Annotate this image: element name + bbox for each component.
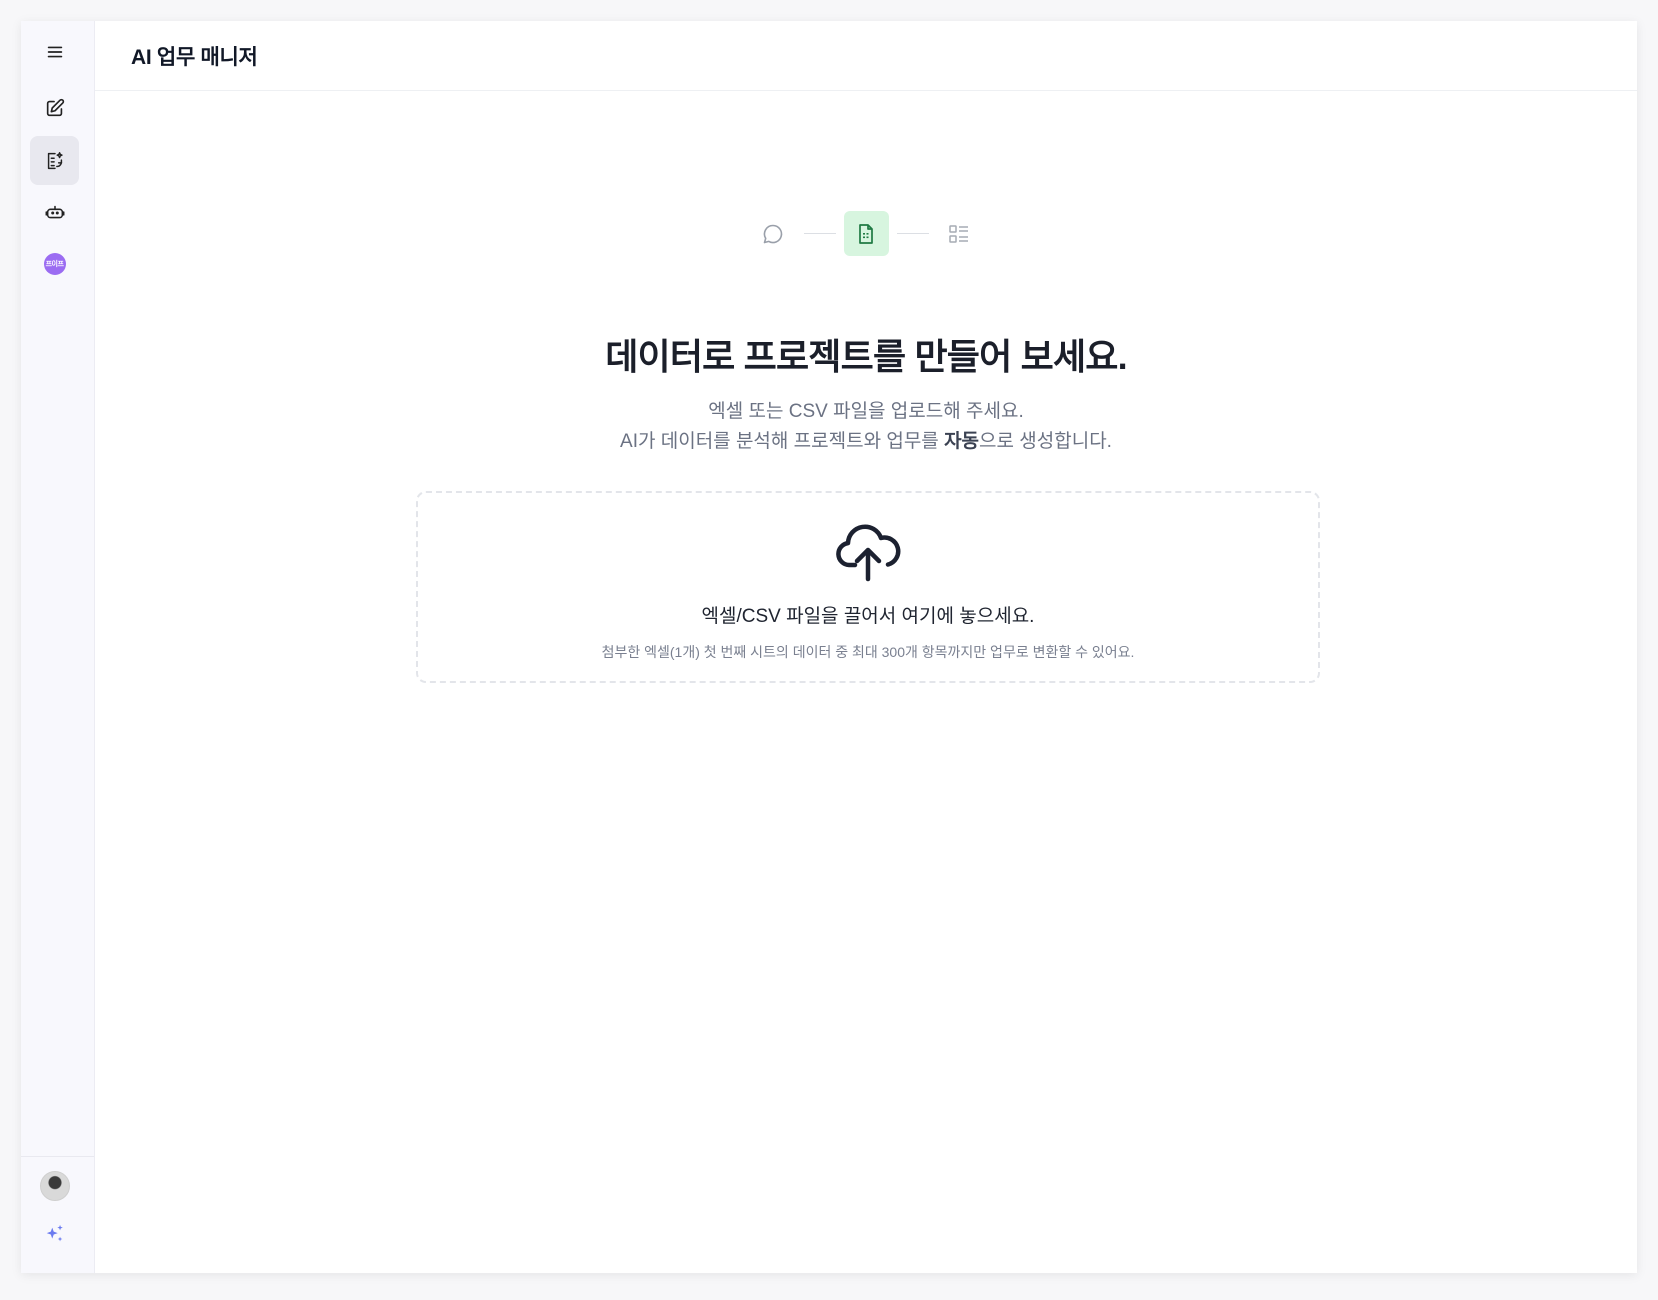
subtitle-line-2-suffix: 으로 생성합니다. [979,431,1112,452]
file-dropzone[interactable]: 엑셀/CSV 파일을 끌어서 여기에 놓으세요. 첨부한 엑셀(1개) 첫 번째… [416,491,1320,683]
bot-button[interactable] [30,188,79,237]
step-connector [896,233,929,234]
step-list [937,211,982,256]
page-title: AI 업무 매니저 [131,45,258,69]
new-item-button[interactable] [30,83,79,132]
sidebar: 프이프 [21,21,95,1273]
data-project-button[interactable] [30,136,79,185]
ai-sparkle-button[interactable] [30,1209,79,1258]
workspace-button[interactable]: 프이프 [30,239,79,288]
dropzone-title: 엑셀/CSV 파일을 끌어서 여기에 놓으세요. [701,606,1035,627]
subtitle-line-1: 엑셀 또는 CSV 파일을 업로드해 주세요. [708,401,1024,422]
sidebar-bottom [21,1156,94,1241]
step-connector [803,233,836,234]
sparkles-icon [46,1224,63,1241]
progress-steps [95,211,1637,256]
sparkle-document-icon [47,151,63,169]
workspace-avatar: 프이프 [43,252,66,275]
list-icon [949,224,968,243]
top-bar: AI 업무 매니저 [95,21,1637,91]
hamburger-icon [47,46,62,57]
edit-icon [46,98,64,116]
step-chat [751,211,796,256]
menu-button[interactable] [30,27,79,76]
subtitle-line-2-bold: 자동 [944,431,980,452]
main-content: AI 업무 매니저 데이터로 프로젝트를 만들어 보세요. 엑셀 또는 CSV … [95,21,1637,1273]
chat-bubble-icon [763,224,783,243]
hero-subtitle: 엑셀 또는 CSV 파일을 업로드해 주세요. AI가 데이터를 분석해 프로젝… [95,397,1637,457]
user-avatar [39,1170,70,1201]
document-sheet-icon [859,223,873,244]
cloud-upload-icon [836,524,901,582]
bot-face-icon [45,205,64,218]
app-window: 프이프 AI 업무 매니저 데이터로 프로젝트를 만들어 보세요. 엑셀 또는 … [21,21,1637,1273]
dropzone-note: 첨부한 엑셀(1개) 첫 번째 시트의 데이터 중 최대 300개 항목까지만 … [601,644,1135,660]
subtitle-line-2-prefix: AI가 데이터를 분석해 프로젝트와 업무를 [620,431,945,452]
subtitle-line-2: AI가 데이터를 분석해 프로젝트와 업무를 자동으로 생성합니다. [95,427,1637,457]
user-profile-button[interactable] [30,1161,79,1210]
hero-headline: 데이터로 프로젝트를 만들어 보세요. [605,336,1127,377]
step-document [843,211,889,256]
